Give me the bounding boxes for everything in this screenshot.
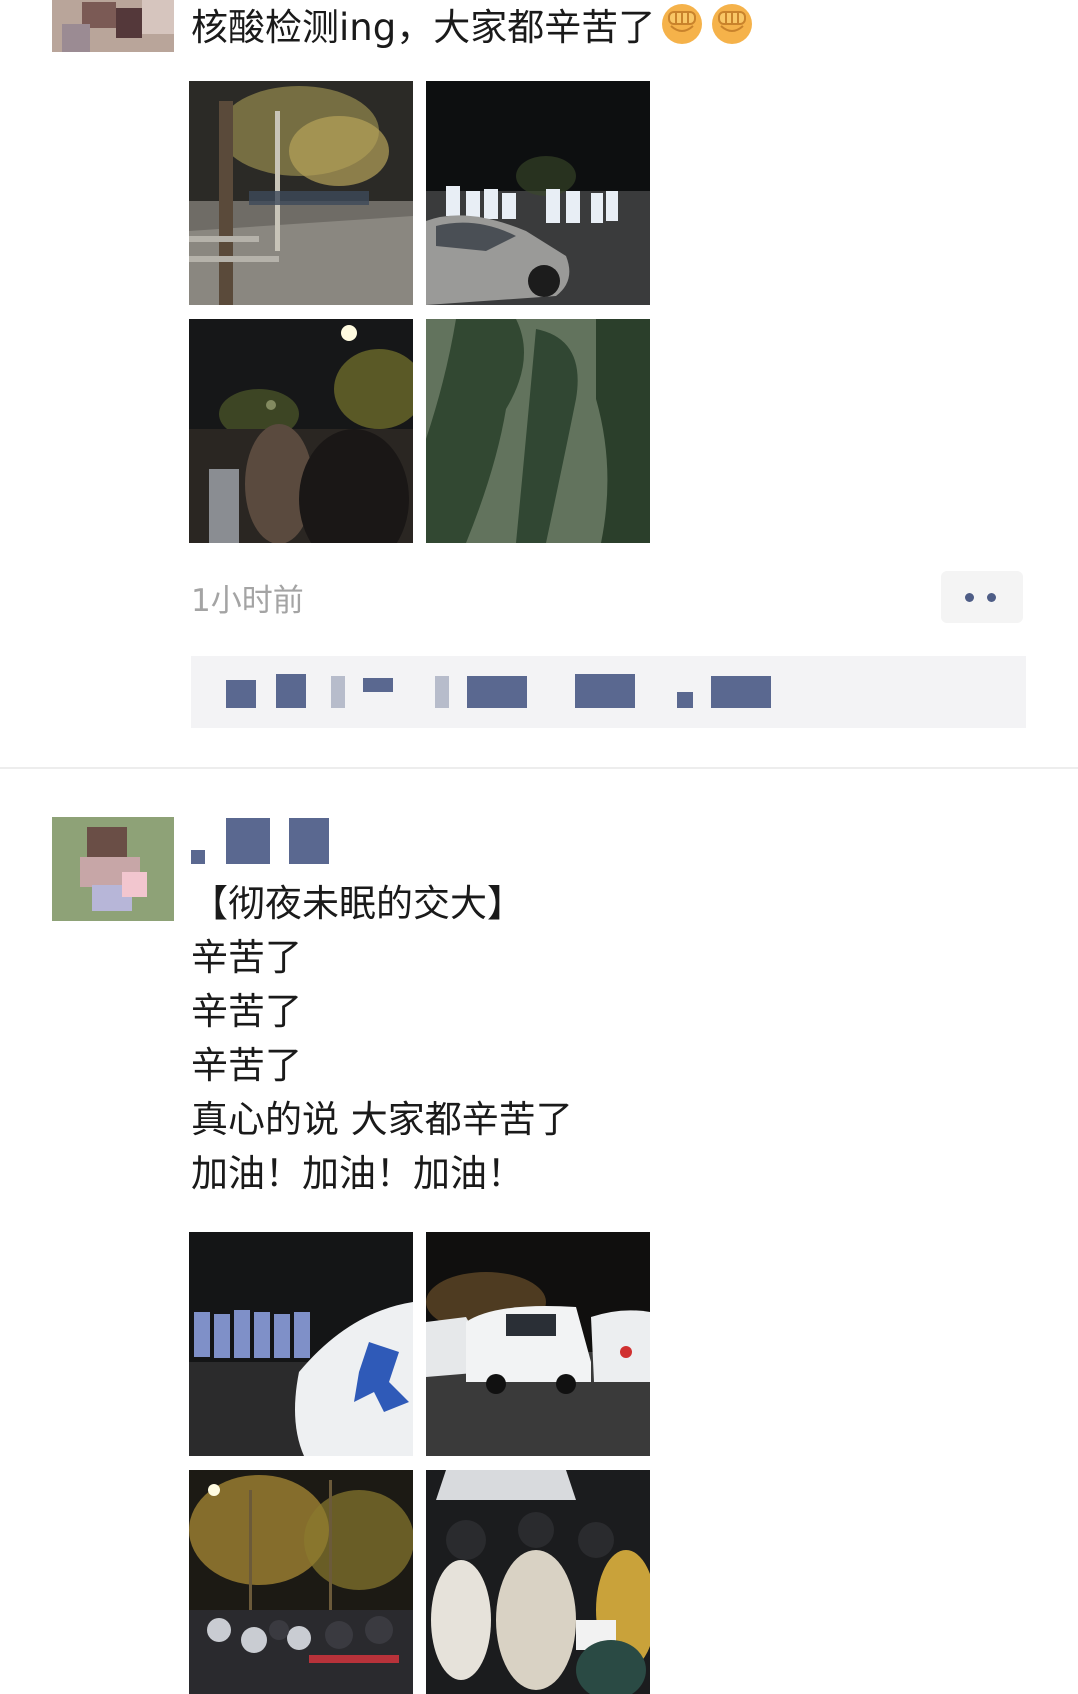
photo-thumbnail-staff-ambulance[interactable]	[189, 1232, 413, 1456]
post-divider	[0, 767, 1078, 769]
post-text-line: 加油！加油！加油！	[191, 1152, 524, 1195]
post-text-line: 辛苦了	[191, 990, 302, 1033]
post-text-line: 【彻夜未眠的交大】	[191, 882, 524, 925]
photo-thumbnail-shadows[interactable]	[426, 319, 650, 543]
photo-thumbnail-ambulances[interactable]	[426, 1232, 650, 1456]
pixelated-name	[363, 678, 393, 692]
pixelated-name	[575, 674, 635, 708]
author-name-pixelated[interactable]	[191, 818, 341, 866]
photo-thumbnail-medical-staff-car[interactable]	[426, 81, 650, 305]
post-text-line: 辛苦了	[191, 936, 302, 979]
photo-thumbnail-night-queue[interactable]	[189, 319, 413, 543]
comment-likes-box	[191, 656, 1026, 728]
pixelated-name	[276, 674, 306, 708]
more-options-button[interactable]	[941, 571, 1023, 623]
more-dots-icon	[987, 593, 996, 602]
post-text-line: 辛苦了	[191, 1044, 302, 1087]
pixelated-name	[226, 680, 256, 708]
photo-thumbnail-testing-site[interactable]	[426, 1470, 650, 1694]
pixelated-name	[331, 676, 345, 708]
avatar[interactable]	[52, 0, 174, 52]
photo-thumbnail-trees-crowd[interactable]	[189, 1470, 413, 1694]
avatar[interactable]	[52, 817, 174, 921]
photo-thumbnail-street-trees[interactable]	[189, 81, 413, 305]
more-dots-icon	[965, 593, 974, 602]
pixelated-name	[289, 818, 329, 864]
post-text-line: 真心的说 大家都辛苦了	[191, 1098, 573, 1141]
pixelated-name	[677, 692, 693, 708]
pixelated-name	[467, 676, 527, 708]
pixelated-name	[435, 676, 449, 708]
fist-emoji-icon	[662, 4, 703, 44]
pixelated-name	[711, 676, 771, 708]
pixelated-name	[226, 818, 270, 864]
pixelated-name	[191, 850, 205, 864]
post-text: 【彻夜未眠的交大】 辛苦了 辛苦了 辛苦了 真心的说 大家都辛苦了 加油！加油！…	[191, 877, 573, 1201]
post-text-line: 核酸检测ing，大家都辛苦了	[191, 6, 656, 49]
post-text: 核酸检测ing，大家都辛苦了	[191, 0, 755, 55]
post-timestamp: 1小时前	[191, 583, 304, 619]
fist-emoji-icon	[712, 4, 753, 44]
